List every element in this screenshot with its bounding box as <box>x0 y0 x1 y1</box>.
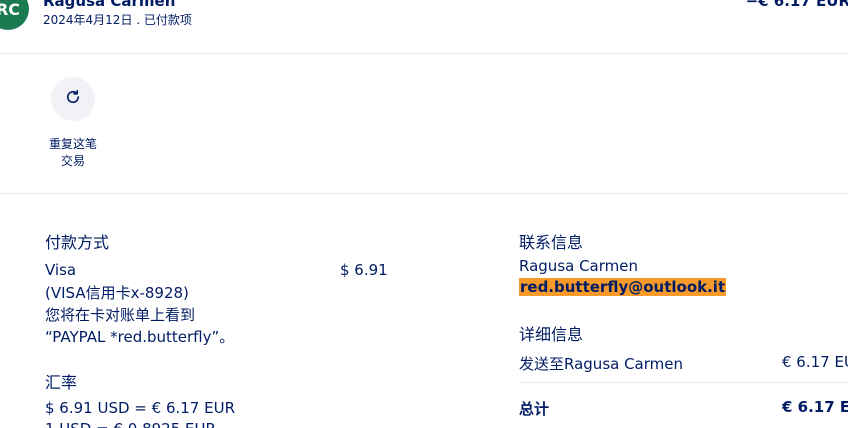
payment-method-title: 付款方式 <box>45 233 110 252</box>
exchange-rate-title: 汇率 <box>45 373 78 392</box>
contact-name: Ragusa Carmen <box>519 257 639 275</box>
repeat-transaction-label[interactable]: 重复这笔 交易 <box>43 136 103 170</box>
payment-amount: $ 6.91 <box>340 261 388 279</box>
total-amount: € 6.17 EUR <box>782 398 848 416</box>
repeat-label-line2: 交易 <box>60 154 85 168</box>
payee-name: Ragusa Carmen <box>43 0 176 10</box>
contact-email[interactable]: red.butterfly@outlook.it <box>519 278 727 296</box>
statement-note-line2: “PAYPAL *red.butterfly”。 <box>45 328 235 346</box>
statement-note-line1: 您将在卡对账单上看到 <box>45 306 196 324</box>
total-label: 总计 <box>519 400 550 418</box>
payment-method-name: Visa <box>45 261 77 279</box>
header-divider <box>0 53 848 54</box>
sent-to-label: 发送至Ragusa Carmen <box>519 355 684 373</box>
payment-card: (VISA信用卡x-8928) <box>45 284 189 302</box>
exchange-rate-line2: 1 USD = € 0.8925 EUR <box>45 420 216 428</box>
avatar: RC <box>0 0 29 30</box>
avatar-initials: RC <box>0 0 21 19</box>
repeat-label-line1: 重复这笔 <box>48 137 97 151</box>
sent-to-amount: € 6.17 EUR <box>782 353 848 371</box>
exchange-rate-line1: $ 6.91 USD = € 6.17 EUR <box>45 399 235 417</box>
details-divider <box>519 382 848 383</box>
contact-email-text[interactable]: red.butterfly@outlook.it <box>519 278 727 296</box>
transaction-date-status: 2024年4月12日 . 已付款项 <box>43 13 192 27</box>
actions-divider <box>0 193 848 194</box>
transaction-amount: −€ 6.17 EUR <box>745 0 848 10</box>
repeat-transaction-button[interactable] <box>51 77 95 121</box>
refresh-icon <box>64 88 82 110</box>
contact-info-title: 联系信息 <box>519 233 584 252</box>
details-title: 详细信息 <box>519 325 584 344</box>
